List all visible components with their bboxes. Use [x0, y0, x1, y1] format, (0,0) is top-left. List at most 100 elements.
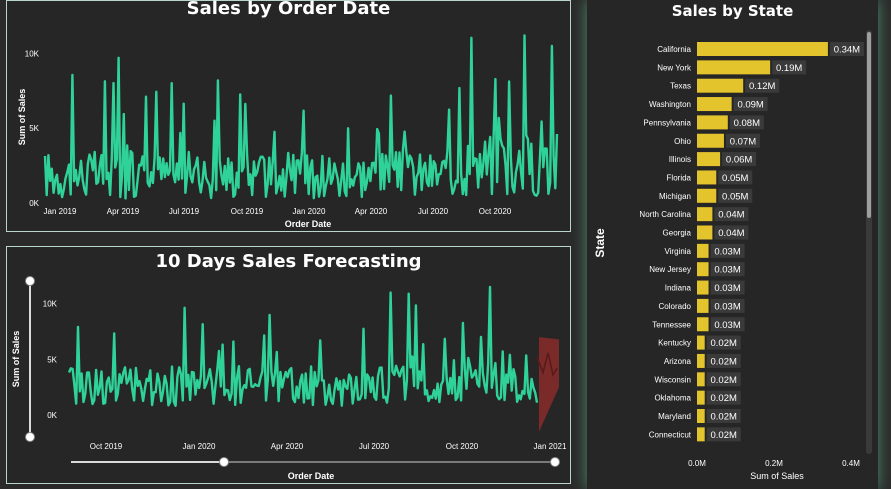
- x-axis-title: Sum of Sales: [750, 471, 804, 481]
- state-label: Pennsylvania: [643, 118, 691, 127]
- data-label: 0.03M: [714, 320, 740, 331]
- state-bar-chart[interactable]: California 0.34M New York 0.19M Texas 0.12M Wa…: [587, 0, 878, 489]
- state-label: Connecticut: [649, 430, 692, 439]
- x-tick-label: Jul 2019: [169, 207, 200, 216]
- data-label: 0.03M: [714, 246, 740, 257]
- x-tick-label: Oct 2019: [231, 207, 264, 216]
- y-axis-title: Sum of Sales: [11, 331, 21, 388]
- data-label: 0.03M: [714, 283, 740, 294]
- state-label: Tennessee: [652, 320, 691, 329]
- state-bar: [697, 317, 709, 332]
- x-tick-label: Jan 2021: [534, 442, 567, 451]
- state-bar: [697, 243, 709, 258]
- x-tick-label: Apr 2019: [107, 207, 140, 216]
- state-label: Washington: [649, 100, 691, 109]
- x-tick-label: Oct 2020: [446, 442, 479, 451]
- x-tick-label: Apr 2020: [355, 207, 388, 216]
- state-label: Colorado: [659, 302, 692, 311]
- x-tick-label: Jan 2020: [293, 207, 326, 216]
- vertical-slider-handle-bottom[interactable]: [25, 432, 35, 442]
- x-tick-label: Apr 2020: [271, 442, 304, 451]
- data-label: 0.19M: [776, 63, 802, 74]
- data-label: 0.05M: [722, 191, 748, 202]
- data-label: 0.03M: [714, 301, 740, 312]
- horizontal-slider-handle-right[interactable]: [550, 457, 560, 467]
- x-axis-title: Order Date: [285, 219, 332, 229]
- state-bar: [697, 152, 721, 167]
- state-bar: [697, 60, 771, 75]
- data-label: 0.04M: [718, 210, 744, 221]
- scrollbar-thumb[interactable]: [867, 32, 871, 218]
- state-label: Michigan: [659, 192, 691, 201]
- sales-series-line: [67, 285, 539, 407]
- data-label: 0.02M: [710, 356, 736, 367]
- state-bar: [697, 335, 705, 350]
- state-bar: [697, 188, 717, 203]
- state-label: Kentucky: [658, 339, 691, 348]
- forecast-confidence-band: [539, 337, 559, 432]
- y-tick-label: 5K: [29, 124, 39, 133]
- data-label: 0.05M: [722, 173, 748, 184]
- x-tick-label: Jul 2020: [359, 442, 390, 451]
- state-bar: [697, 372, 705, 387]
- state-bar: [697, 409, 705, 423]
- data-label: 0.02M: [710, 338, 736, 349]
- data-label: 0.02M: [710, 393, 736, 404]
- state-bar: [697, 133, 724, 148]
- state-label: California: [657, 45, 691, 54]
- state-label: Indiana: [665, 284, 692, 293]
- data-label: 0.04M: [718, 228, 744, 239]
- state-label: New York: [657, 63, 692, 72]
- data-label: 0.07M: [730, 136, 756, 147]
- state-bar: [697, 225, 713, 240]
- data-label: 0.09M: [737, 100, 763, 111]
- x-tick-label: 0.0M: [688, 459, 706, 468]
- sales-series-line: [43, 34, 559, 200]
- state-label: North Carolina: [639, 210, 691, 219]
- data-label: 0.08M: [734, 118, 760, 129]
- y-tick-label: 5K: [47, 355, 57, 364]
- vertical-slider-handle-top[interactable]: [25, 276, 35, 286]
- y-tick-label: 10K: [43, 300, 58, 309]
- state-label: Virginia: [664, 247, 691, 256]
- data-label: 0.02M: [710, 430, 736, 441]
- state-bar: [697, 262, 709, 277]
- state-label: Arizona: [664, 357, 692, 366]
- sales-by-order-date-panel: Sales by Order Date 0K 5K 10K Jan 2019 Apr 2…: [6, 0, 571, 232]
- y-tick-label: 0K: [47, 411, 57, 420]
- x-tick-label: Oct 2020: [479, 207, 512, 216]
- data-label: 0.34M: [834, 45, 860, 56]
- y-axis-title: Sum of Sales: [17, 89, 27, 146]
- state-bar: [697, 207, 713, 222]
- forecasting-panel: 10 Days Sales Forecasting 0K 5K 10K Oct 201…: [6, 246, 571, 484]
- x-tick-label: Oct 2019: [90, 442, 123, 451]
- state-bar: [697, 353, 705, 368]
- state-label: Wisconsin: [655, 375, 691, 384]
- state-bar: [697, 298, 709, 313]
- x-tick-label: 0.4M: [842, 459, 860, 468]
- y-axis-title: State: [593, 228, 607, 258]
- state-bar: [697, 97, 732, 112]
- x-tick-label: Jul 2020: [418, 207, 449, 216]
- state-bar: [697, 427, 705, 442]
- horizontal-slider-handle-left[interactable]: [219, 457, 229, 467]
- x-tick-label: 0.2M: [765, 459, 783, 468]
- state-label: Oklahoma: [655, 394, 692, 403]
- x-axis-title: Order Date: [288, 471, 335, 481]
- forecast-line-chart[interactable]: 0K 5K 10K Oct 2019 Jan 2020 Apr 2020 Jul 2020 O…: [7, 247, 570, 483]
- sales-line-chart[interactable]: 0K 5K 10K Jan 2019 Apr 2019 Jul 2019 Oct 2019 J…: [7, 1, 570, 231]
- state-bar: [697, 280, 709, 295]
- state-bar: [697, 115, 728, 130]
- data-label: 0.02M: [710, 375, 736, 386]
- sales-by-state-panel: Sales by State California 0.34M New York 0.…: [587, 0, 878, 489]
- state-label: Illinois: [669, 155, 691, 164]
- x-tick-label: Jan 2020: [183, 442, 216, 451]
- data-label: 0.03M: [714, 265, 740, 276]
- data-label: 0.02M: [710, 412, 736, 423]
- state-label: Maryland: [658, 412, 691, 421]
- data-label: 0.06M: [726, 155, 752, 166]
- state-bar: [697, 170, 717, 185]
- state-label: Florida: [667, 173, 692, 182]
- state-bar: [697, 390, 705, 405]
- state-bar: [697, 42, 828, 56]
